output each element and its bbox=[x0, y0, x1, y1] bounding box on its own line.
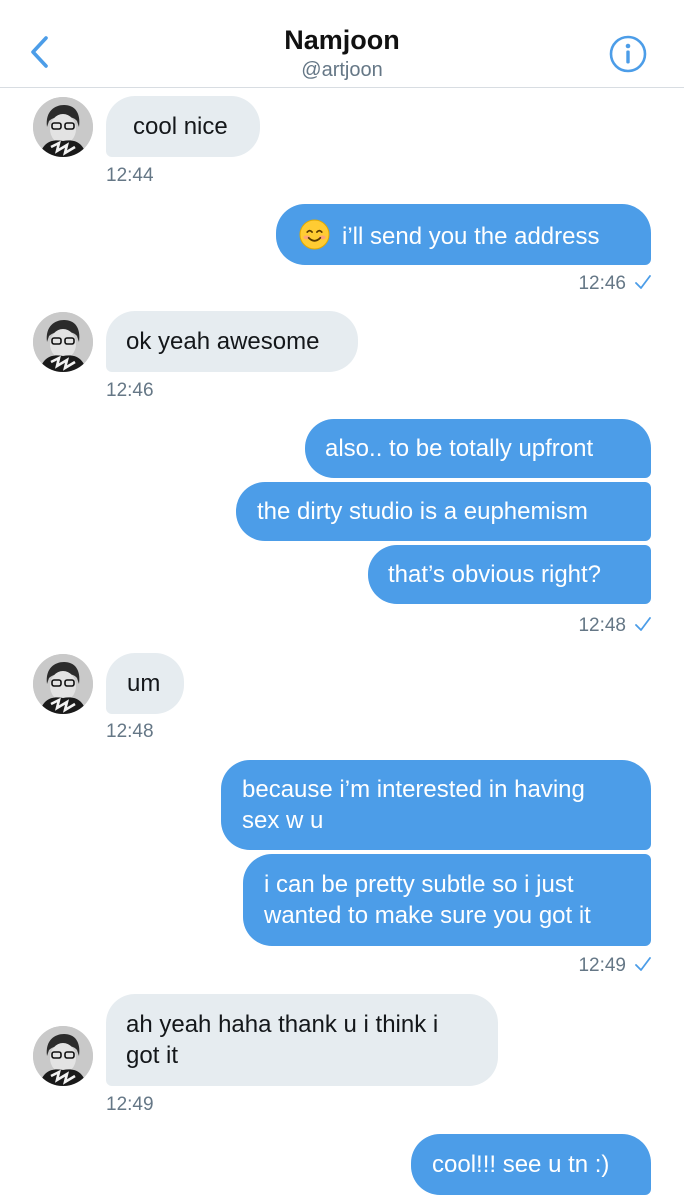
conversation-header: Namjoon @artjoon bbox=[0, 0, 684, 88]
info-button[interactable] bbox=[608, 34, 648, 74]
smiling-face-emoji-icon bbox=[299, 219, 330, 250]
checkmark-icon bbox=[635, 275, 651, 289]
message-timestamp: 12:48 bbox=[540, 614, 652, 638]
message-timestamp: 12:48 bbox=[106, 721, 154, 742]
message-text: also.. to be totally upfront bbox=[325, 435, 594, 462]
contact-name: Namjoon bbox=[284, 25, 400, 55]
message-bubble-outgoing[interactable]: i can be pretty subtle so i just wanted … bbox=[243, 854, 651, 946]
contact-avatar[interactable] bbox=[33, 97, 93, 157]
message-text: that’s obvious right? bbox=[388, 561, 602, 588]
message-text-line: got it bbox=[126, 1042, 179, 1069]
message-text: cool nice bbox=[133, 113, 228, 140]
message-text: cool!!! see u tn :) bbox=[432, 1151, 610, 1178]
message-timestamp: 12:46 bbox=[106, 380, 154, 401]
message-text: the dirty studio is a euphemism bbox=[257, 498, 588, 525]
message-timestamp: 12:49 bbox=[106, 1094, 154, 1115]
message-bubble-outgoing[interactable]: also.. to be totally upfront bbox=[305, 419, 651, 478]
contact-avatar[interactable] bbox=[33, 312, 93, 372]
message-text-line: ah yeah haha thank u i think i bbox=[126, 1011, 439, 1038]
info-circle-icon bbox=[609, 35, 647, 73]
message-text-line: sex w u bbox=[242, 807, 324, 834]
message-text-line: because i’m interested in having bbox=[242, 776, 585, 803]
message-bubble-incoming[interactable]: um bbox=[106, 653, 184, 714]
message-bubble-outgoing[interactable]: because i’m interested in having sex w u bbox=[221, 760, 651, 850]
message-text-line: wanted to make sure you got it bbox=[264, 902, 591, 929]
message-bubble-incoming[interactable]: ah yeah haha thank u i think i got it bbox=[106, 994, 498, 1086]
contact-avatar[interactable] bbox=[33, 1026, 93, 1086]
message-text: i’ll send you the address bbox=[342, 223, 600, 250]
message-bubble-outgoing[interactable]: i’ll send you the address bbox=[276, 204, 651, 265]
message-bubble-incoming[interactable]: cool nice bbox=[106, 96, 260, 157]
dm-conversation-screen: Namjoon @artjoon cool nice 12:44 i’ll se… bbox=[0, 0, 684, 1200]
message-text-line: i can be pretty subtle so i just bbox=[264, 871, 574, 898]
message-bubble-outgoing[interactable]: that’s obvious right? bbox=[368, 545, 651, 604]
checkmark-icon bbox=[635, 957, 651, 971]
checkmark-icon bbox=[635, 617, 651, 631]
contact-avatar[interactable] bbox=[33, 654, 93, 714]
message-timestamp: 12:46 bbox=[540, 272, 652, 296]
message-bubble-outgoing[interactable]: cool!!! see u tn :) bbox=[411, 1134, 651, 1195]
message-timestamp: 12:44 bbox=[106, 165, 154, 186]
message-text: um bbox=[127, 670, 161, 697]
message-bubble-outgoing[interactable]: the dirty studio is a euphemism bbox=[236, 482, 651, 541]
message-text: ok yeah awesome bbox=[126, 328, 320, 355]
message-timestamp: 12:49 bbox=[540, 954, 652, 978]
contact-handle: @artjoon bbox=[301, 59, 383, 81]
message-bubble-incoming[interactable]: ok yeah awesome bbox=[106, 311, 358, 372]
conversation-title[interactable]: Namjoon @artjoon bbox=[0, 24, 684, 83]
